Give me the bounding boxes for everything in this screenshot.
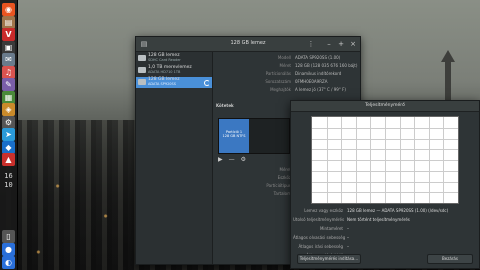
- detail-label: Modell: [277, 55, 291, 60]
- app-icon-8[interactable]: ▲: [2, 153, 15, 166]
- benchmark-info-row: Utolsó teljesítménymérés Nem történt telj…: [291, 217, 479, 223]
- close-icon[interactable]: ×: [348, 39, 358, 49]
- benchmark-info-value: –: [347, 235, 349, 240]
- app-icon-4[interactable]: ▦: [2, 90, 15, 104]
- terminal-icon[interactable]: ▣: [2, 40, 15, 54]
- app-icon-6[interactable]: ⚙: [2, 115, 15, 129]
- benchmark-dialog: Teljesítménymérő Lemez vagy eszköz 128 GB…: [290, 100, 480, 269]
- graph-gridline-h: [312, 127, 458, 129]
- drive-item[interactable]: 1,0 TB merevlemez ADATA HD710 1TB: [136, 65, 212, 76]
- app-icon-7[interactable]: ◆: [2, 140, 15, 154]
- detail-value: 0FMH0E0A9RZA: [295, 79, 328, 84]
- benchmark-info-row: Átlagos írási sebesség –: [291, 244, 479, 250]
- dash-icon[interactable]: ◉: [2, 3, 15, 16]
- clock-minute: 10: [4, 181, 13, 189]
- detail-label: Partícionálás: [265, 71, 291, 76]
- minus-icon[interactable]: —: [229, 156, 235, 163]
- graph-gridline-h: [312, 160, 458, 161]
- volume-toolbar: ▶ — ⚙: [218, 156, 252, 163]
- volume-map: Partíció 1 128 GB NTFS: [218, 118, 290, 154]
- benchmark-info-label: Átlagos olvasási sebesség: [293, 235, 346, 240]
- detail-row: Modell ADATA SP920SS (1.00): [213, 55, 360, 61]
- close-button[interactable]: Bezárás: [427, 254, 473, 264]
- benchmark-info-value: Nem történt teljesítménymérés: [347, 217, 410, 222]
- volume-detail-label: Méret: [279, 167, 292, 172]
- detail-value: Dinamikus indítórekord: [295, 71, 342, 76]
- busy-spinner-icon: [204, 80, 210, 86]
- app-icon-2[interactable]: ♫: [2, 65, 15, 79]
- detail-label: Sorozatszám: [265, 79, 291, 84]
- drive-subtitle: SDHC Card Reader: [148, 58, 181, 62]
- volume-detail-label: Partíciótípus: [266, 183, 291, 188]
- detail-row: Méret 128 GB (128 035 676 160 bájt): [213, 63, 360, 69]
- detail-value: ADATA SP920SS (1.00): [295, 55, 341, 60]
- graph-gridline-h: [312, 181, 458, 183]
- benchmark-info-value: –: [347, 226, 349, 231]
- detail-row: Partícionálás Dinamikus indítórekord: [213, 71, 360, 77]
- detail-label: Meghajtók: [270, 87, 291, 92]
- benchmark-info-value: 128 GB lemez — ADATA SP920SS (1.00) (/de…: [347, 208, 449, 213]
- detail-label: Méret: [279, 63, 292, 68]
- volume-segment[interactable]: Partíció 1 128 GB NTFS: [219, 119, 249, 153]
- drive-subtitle: ADATA SP920SS: [148, 82, 176, 86]
- detail-value: A lemez jó (37° C / 99° F): [295, 87, 346, 92]
- minimize-icon[interactable]: –: [324, 39, 334, 49]
- start-benchmark-button[interactable]: Teljesítménymérés indítása…: [297, 254, 361, 264]
- graph-gridline-h: [312, 192, 458, 194]
- benchmark-info-label: Lemez vagy eszköz: [304, 208, 343, 213]
- drive-list: 128 GB lemez SDHC Card Reader 1,0 TB merev…: [136, 52, 213, 264]
- app-icon-10[interactable]: ◐: [2, 256, 15, 269]
- vivaldi-icon[interactable]: V: [2, 28, 15, 41]
- graph-gridline-h: [312, 149, 458, 151]
- graph-gridline-h: [312, 170, 458, 172]
- gear-icon[interactable]: ⚙: [241, 156, 246, 163]
- maximize-icon[interactable]: +: [336, 39, 346, 49]
- graph-gridline-h: [312, 138, 458, 140]
- app-icon-5[interactable]: ◈: [2, 103, 15, 116]
- volume-segment-size: 128 GB NTFS: [222, 134, 246, 138]
- app-icon-1[interactable]: ✉: [2, 53, 15, 66]
- drive-item[interactable]: 128 GB lemez ADATA SP920SS: [136, 77, 212, 88]
- detail-value: 128 GB (128 035 676 160 bájt): [295, 63, 358, 68]
- benchmark-info-value: –: [347, 244, 349, 249]
- dialog-title: Teljesítménymérő: [291, 101, 479, 112]
- benchmark-info-label: Mintaméret: [319, 226, 343, 231]
- detail-row: Sorozatszám 0FMH0E0A9RZA: [213, 79, 360, 85]
- drive-icon: [138, 79, 146, 85]
- drive-item[interactable]: 128 GB lemez SDHC Card Reader: [136, 53, 212, 64]
- detail-row: Meghajtók A lemez jó (37° C / 99° F): [213, 87, 360, 93]
- volume-detail-label: Eszköz: [277, 175, 291, 180]
- benchmark-info-label: Utolsó teljesítménymérés: [293, 217, 345, 222]
- window-titlebar: ▤ 128 GB lemez ⋮ – + ×: [136, 37, 360, 52]
- telegram-icon[interactable]: ➤: [2, 128, 15, 141]
- benchmark-info-row: Lemez vagy eszköz 128 GB lemez — ADATA SP…: [291, 208, 479, 214]
- volume-detail-label: Tartalom: [273, 191, 291, 196]
- launcher: 16 10 ◉ ▤ V ▣ ✉ ♫ ✎ ▦ ◈ ⚙ ➤ ◆ ▲ ▯ ● ◐: [0, 0, 18, 270]
- benchmark-graph: [311, 116, 459, 204]
- benchmark-info-row: Mintaméret –: [291, 226, 479, 232]
- benchmark-info-label: Átlagos írási sebesség: [298, 244, 343, 249]
- benchmark-info-row: Átlagos olvasási sebesség –: [291, 235, 479, 241]
- drive-icon: [138, 67, 146, 73]
- drive-subtitle: ADATA HD710 1TB: [148, 70, 181, 74]
- play-icon[interactable]: ▶: [218, 156, 223, 163]
- volumes-heading: Kötetek: [216, 103, 234, 108]
- clock-hour: 16: [4, 172, 13, 180]
- drive-options-icon[interactable]: ⋮: [306, 39, 316, 49]
- drive-icon: [138, 55, 146, 61]
- app-icon-9[interactable]: ●: [2, 243, 15, 256]
- app-icon-3[interactable]: ✎: [2, 78, 15, 91]
- files-icon[interactable]: ▤: [2, 15, 15, 29]
- trash-icon[interactable]: ▯: [2, 230, 15, 243]
